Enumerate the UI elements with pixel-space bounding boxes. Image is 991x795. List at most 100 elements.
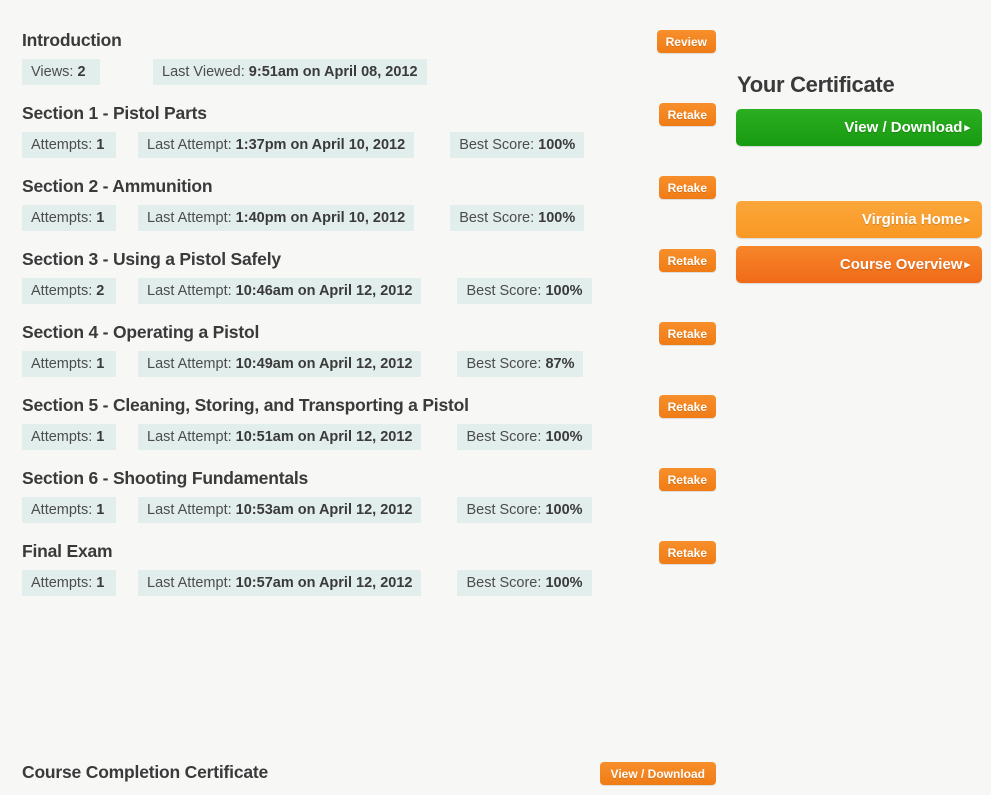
retake-button[interactable]: Retake	[658, 468, 716, 491]
lesson-stats: Attempts: 1 Last Attempt: 1:37pm on April…	[22, 132, 716, 158]
best-score-value: 87%	[545, 356, 575, 372]
retake-button[interactable]: Retake	[658, 103, 716, 126]
best-score-label: Best Score:	[466, 502, 542, 518]
lesson-row-introduction: Introduction Views: 2 Last Viewed: 9:51am…	[22, 30, 716, 85]
last-attempt-badge: Last Attempt: 10:46am on April 12, 2012	[138, 278, 422, 304]
last-attempt-label: Last Attempt:	[147, 210, 232, 226]
retake-button[interactable]: Retake	[658, 176, 716, 199]
best-score-value: 100%	[545, 575, 583, 591]
last-attempt-label: Last Attempt:	[147, 429, 232, 445]
last-attempt-label: Last Attempt:	[147, 283, 232, 299]
lesson-row-section-4: Section 4 - Operating a Pistol Attempts:…	[22, 322, 716, 377]
sidebar-view-download-label: View / Download	[844, 119, 963, 136]
attempts-badge: Attempts: 1	[22, 205, 116, 231]
attempts-value: 1	[96, 575, 105, 591]
attempts-label: Attempts:	[31, 137, 93, 153]
lesson-title: Section 6 - Shooting Fundamentals	[22, 468, 309, 488]
last-attempt-label: Last Attempt:	[147, 137, 232, 153]
sidebar-virginia-home-button[interactable]: Virginia Home ▸	[736, 201, 982, 238]
views-value: 2	[77, 64, 86, 80]
attempts-value: 1	[96, 137, 105, 153]
last-attempt-value: 1:37pm on April 10, 2012	[235, 137, 406, 153]
best-score-label: Best Score:	[466, 575, 542, 591]
last-viewed-badge: Last Viewed: 9:51am on April 08, 2012	[153, 59, 427, 85]
last-attempt-badge: Last Attempt: 10:57am on April 12, 2012	[138, 570, 422, 596]
sidebar-course-overview-button[interactable]: Course Overview ▸	[736, 246, 982, 283]
lesson-row-section-5: Section 5 - Cleaning, Storing, and Trans…	[22, 395, 716, 450]
lesson-row-section-1: Section 1 - Pistol Parts Attempts: 1 Last…	[22, 103, 716, 158]
last-attempt-value: 10:49am on April 12, 2012	[235, 356, 413, 372]
sidebar-view-download-button[interactable]: View / Download ▸	[736, 109, 982, 146]
lesson-stats: Views: 2 Last Viewed: 9:51am on April 08,…	[22, 59, 716, 85]
attempts-badge: Attempts: 1	[22, 132, 116, 158]
last-attempt-label: Last Attempt:	[147, 356, 232, 372]
best-score-badge: Best Score: 100%	[457, 570, 592, 596]
review-button[interactable]: Review	[656, 30, 716, 53]
best-score-label: Best Score:	[459, 210, 535, 226]
lesson-title: Section 4 - Operating a Pistol	[22, 322, 260, 342]
lesson-list: Introduction Views: 2 Last Viewed: 9:51am…	[0, 0, 716, 614]
sidebar-course-overview-label: Course Overview	[839, 256, 963, 273]
course-progress-page: Introduction Views: 2 Last Viewed: 9:51am…	[0, 0, 991, 795]
last-attempt-badge: Last Attempt: 10:49am on April 12, 2012	[138, 351, 422, 377]
last-attempt-label: Last Attempt:	[147, 502, 232, 518]
chevron-right-icon: ▸	[964, 122, 970, 134]
attempts-badge: Attempts: 2	[22, 278, 116, 304]
lesson-title: Final Exam	[22, 541, 113, 561]
chevron-right-icon: ▸	[964, 259, 970, 271]
attempts-label: Attempts:	[31, 502, 93, 518]
last-viewed-label: Last Viewed:	[162, 64, 245, 80]
view-download-certificate-button[interactable]: View / Download	[599, 762, 716, 785]
attempts-label: Attempts:	[31, 283, 93, 299]
attempts-label: Attempts:	[31, 356, 93, 372]
lesson-title: Introduction	[22, 30, 122, 50]
best-score-value: 100%	[538, 210, 576, 226]
attempts-badge: Attempts: 1	[22, 570, 116, 596]
retake-button[interactable]: Retake	[658, 395, 716, 418]
last-attempt-badge: Last Attempt: 1:37pm on April 10, 2012	[138, 132, 415, 158]
attempts-value: 1	[96, 356, 105, 372]
last-attempt-value: 10:53am on April 12, 2012	[235, 502, 413, 518]
attempts-badge: Attempts: 1	[22, 351, 116, 377]
attempts-value: 1	[96, 429, 105, 445]
best-score-value: 100%	[545, 283, 583, 299]
lesson-title: Section 5 - Cleaning, Storing, and Trans…	[22, 395, 469, 415]
attempts-badge: Attempts: 1	[22, 497, 116, 523]
best-score-badge: Best Score: 100%	[450, 205, 585, 231]
best-score-badge: Best Score: 100%	[457, 278, 592, 304]
lesson-stats: Attempts: 1 Last Attempt: 10:51am on Apri…	[22, 424, 716, 450]
attempts-label: Attempts:	[31, 575, 93, 591]
best-score-label: Best Score:	[466, 356, 542, 372]
attempts-value: 1	[96, 210, 105, 226]
lesson-row-final-exam: Final Exam Attempts: 1 Last Attempt: 10:5…	[22, 541, 716, 596]
lesson-stats: Attempts: 1 Last Attempt: 10:53am on Apri…	[22, 497, 716, 523]
retake-button[interactable]: Retake	[658, 249, 716, 272]
best-score-value: 100%	[545, 429, 583, 445]
attempts-label: Attempts:	[31, 210, 93, 226]
last-attempt-value: 10:57am on April 12, 2012	[235, 575, 413, 591]
best-score-label: Best Score:	[466, 283, 542, 299]
last-attempt-badge: Last Attempt: 10:53am on April 12, 2012	[138, 497, 422, 523]
best-score-badge: Best Score: 87%	[457, 351, 584, 377]
lesson-row-section-6: Section 6 - Shooting Fundamentals Attemp…	[22, 468, 716, 523]
retake-button[interactable]: Retake	[658, 322, 716, 345]
attempts-badge: Attempts: 1	[22, 424, 116, 450]
attempts-label: Attempts:	[31, 429, 93, 445]
lesson-stats: Attempts: 1 Last Attempt: 1:40pm on April…	[22, 205, 716, 231]
attempts-value: 2	[96, 283, 105, 299]
last-attempt-value: 10:51am on April 12, 2012	[235, 429, 413, 445]
last-viewed-value: 9:51am on April 08, 2012	[248, 64, 418, 80]
last-attempt-badge: Last Attempt: 1:40pm on April 10, 2012	[138, 205, 415, 231]
chevron-right-icon: ▸	[964, 214, 970, 226]
lesson-stats: Attempts: 2 Last Attempt: 10:46am on Apri…	[22, 278, 716, 304]
lesson-stats: Attempts: 1 Last Attempt: 10:57am on Apri…	[22, 570, 716, 596]
lesson-row-section-3: Section 3 - Using a Pistol Safely Attemp…	[22, 249, 716, 304]
lesson-row-course-completion-certificate: Course Completion Certificate View / Dow…	[22, 762, 716, 785]
best-score-label: Best Score:	[459, 137, 535, 153]
best-score-value: 100%	[538, 137, 576, 153]
attempts-value: 1	[96, 502, 105, 518]
retake-button[interactable]: Retake	[658, 541, 716, 564]
lesson-title: Section 3 - Using a Pistol Safely	[22, 249, 281, 269]
last-attempt-value: 1:40pm on April 10, 2012	[235, 210, 406, 226]
